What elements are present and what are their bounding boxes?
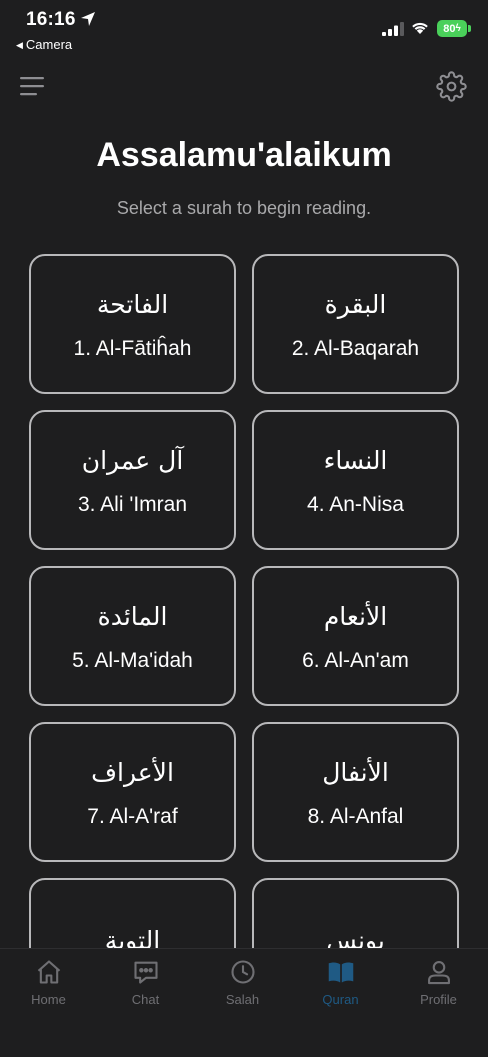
surah-card-5[interactable]: المائدة 5. Al-Ma'idah xyxy=(29,566,236,706)
tab-label: Salah xyxy=(225,992,260,1007)
surah-name: 5. Al-Ma'idah xyxy=(72,649,193,672)
surah-name: 8. Al-Anfal xyxy=(307,805,404,828)
tab-salah[interactable]: Salah xyxy=(194,957,291,1017)
surah-grid: الفاتحة 1. Al-Fātiĥah البقرة 2. Al-Baqar… xyxy=(29,254,459,948)
surah-name: 3. Ali 'Imran xyxy=(77,493,188,516)
surah-name: 6. Al-An'am xyxy=(302,649,409,672)
back-triangle-icon: ◀ xyxy=(16,40,23,50)
tab-chat[interactable]: Chat xyxy=(97,957,194,1017)
wifi-icon xyxy=(412,22,428,34)
surah-arabic-name: آل عمران xyxy=(81,446,184,475)
surah-arabic-name: النساء xyxy=(323,446,388,475)
surah-arabic-name: الأعراف xyxy=(91,758,174,787)
hamburger-menu-icon[interactable] xyxy=(20,75,46,97)
tab-profile[interactable]: Profile xyxy=(390,957,487,1017)
tab-label: Profile xyxy=(420,992,457,1007)
location-arrow-icon xyxy=(81,12,95,26)
back-app-label: Camera xyxy=(25,37,73,52)
book-icon xyxy=(328,962,353,983)
surah-list[interactable]: الفاتحة 1. Al-Fātiĥah البقرة 2. Al-Baqar… xyxy=(0,252,488,948)
surah-arabic-name: الأنفال xyxy=(322,758,389,787)
surah-arabic-name: المائدة xyxy=(97,602,168,631)
surah-arabic-name: الأنعام xyxy=(323,602,388,631)
gear-icon[interactable] xyxy=(436,71,467,102)
bottom-tab-bar: Home Chat Salah Quran Profile xyxy=(0,948,488,1057)
back-to-app-link[interactable]: ◀ Camera xyxy=(16,37,72,52)
surah-arabic-name: البقرة xyxy=(324,290,387,319)
charging-bolt-icon: ϟ xyxy=(455,23,461,34)
chat-icon xyxy=(133,961,158,984)
tab-quran[interactable]: Quran xyxy=(292,957,389,1017)
surah-card-8[interactable]: الأنفال 8. Al-Anfal xyxy=(252,722,459,862)
surah-card-3[interactable]: آل عمران 3. Ali 'Imran xyxy=(29,410,236,550)
surah-card-7[interactable]: الأعراف 7. Al-A'raf xyxy=(29,722,236,862)
surah-arabic-name: الفاتحة xyxy=(96,290,169,319)
tab-label: Home xyxy=(31,992,66,1007)
surah-card-1[interactable]: الفاتحة 1. Al-Fātiĥah xyxy=(29,254,236,394)
cellular-signal-icon xyxy=(382,22,404,36)
greeting-title: Assalamu'alaikum xyxy=(96,136,392,174)
surah-name: 1. Al-Fātiĥah xyxy=(73,337,192,360)
person-icon xyxy=(427,961,450,985)
surah-card-9[interactable]: التوبة xyxy=(29,878,236,948)
surah-name: 7. Al-A'raf xyxy=(87,805,178,828)
battery-indicator: 80 ϟ xyxy=(437,20,467,37)
surah-card-6[interactable]: الأنعام 6. Al-An'am xyxy=(252,566,459,706)
tab-home[interactable]: Home xyxy=(0,957,97,1017)
surah-card-2[interactable]: البقرة 2. Al-Baqarah xyxy=(252,254,459,394)
surah-card-4[interactable]: النساء 4. An-Nisa xyxy=(252,410,459,550)
battery-level: 80 xyxy=(443,22,456,35)
quran-screen: 16:16 ◀ Camera 80 ϟ Assalamu'alaikum Sel… xyxy=(0,0,488,1057)
clock-icon xyxy=(230,960,255,984)
surah-card-10[interactable]: يونس xyxy=(252,878,459,948)
tab-label: Quran xyxy=(322,992,359,1007)
surah-name: 2. Al-Baqarah xyxy=(291,337,420,360)
tab-label: Chat xyxy=(131,992,160,1007)
surah-arabic-name: يونس xyxy=(326,926,385,948)
battery-nub xyxy=(468,25,471,32)
surah-arabic-name: التوبة xyxy=(104,926,161,948)
home-icon xyxy=(37,960,60,984)
subtitle: Select a surah to begin reading. xyxy=(116,198,372,218)
surah-name: 4. An-Nisa xyxy=(307,493,404,516)
status-time: 16:16 xyxy=(26,9,76,30)
status-bar: 16:16 ◀ Camera 80 ϟ xyxy=(0,0,488,58)
